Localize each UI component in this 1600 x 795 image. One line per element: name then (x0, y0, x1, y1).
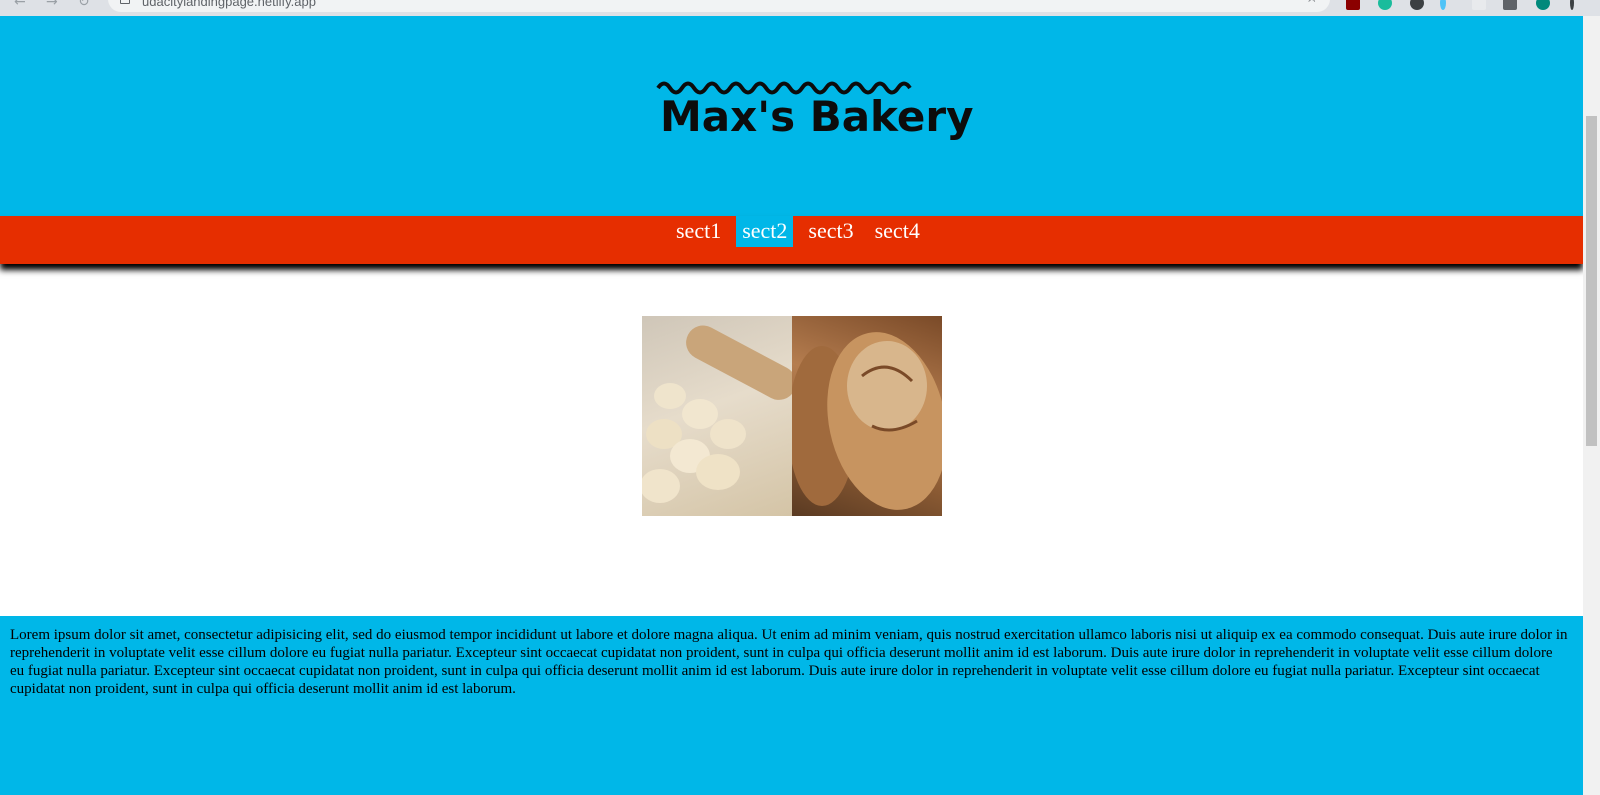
logo-text: Max's Bakery (660, 92, 974, 141)
section-content: Lorem ipsum dolor sit amet, consectetur … (0, 616, 1583, 795)
reload-icon[interactable]: ↻ (78, 0, 90, 10)
forward-icon[interactable]: → (46, 0, 58, 10)
url-text: udacitylandingpage.netlify.app (142, 0, 316, 9)
lock-icon (120, 0, 130, 4)
extension-icon[interactable] (1378, 0, 1392, 10)
bakery-photo (642, 316, 942, 516)
extension-icon[interactable] (1440, 0, 1446, 10)
nav-item-sect2[interactable]: sect2 (736, 216, 794, 247)
extension-icon[interactable] (1472, 0, 1486, 10)
section-paragraph: Lorem ipsum dolor sit amet, consectetur … (10, 627, 1568, 697)
extensions-puzzle-icon[interactable] (1503, 0, 1517, 10)
navbar: sect1 sect2 sect3 sect4 (0, 216, 1583, 264)
browser-toolbar: ← → ↻ udacitylandingpage.netlify.app ☆ (0, 0, 1600, 16)
scrollbar[interactable] (1583, 16, 1600, 795)
logo: Max's Bakery (652, 76, 973, 156)
extension-icon[interactable] (1346, 0, 1360, 10)
nav-item-sect3[interactable]: sect3 (802, 216, 859, 247)
bread-image (788, 316, 942, 516)
nav-item-sect4[interactable]: sect4 (869, 216, 926, 247)
bookmark-star-icon[interactable]: ☆ (1305, 0, 1318, 6)
address-bar[interactable]: udacitylandingpage.netlify.app ☆ (108, 0, 1330, 12)
hero-header: Max's Bakery (0, 16, 1583, 216)
menu-kebab-icon[interactable] (1570, 0, 1574, 10)
page: Max's Bakery sect1 sect2 sect3 sect4 Lor… (0, 16, 1583, 795)
back-icon[interactable]: ← (14, 0, 26, 10)
nav-item-sect1[interactable]: sect1 (670, 216, 727, 247)
extension-icon[interactable] (1410, 0, 1424, 10)
scrollbar-thumb[interactable] (1586, 116, 1597, 446)
dough-image (642, 316, 797, 516)
profile-avatar[interactable] (1536, 0, 1550, 10)
nav-list: sect1 sect2 sect3 sect4 (670, 216, 935, 247)
